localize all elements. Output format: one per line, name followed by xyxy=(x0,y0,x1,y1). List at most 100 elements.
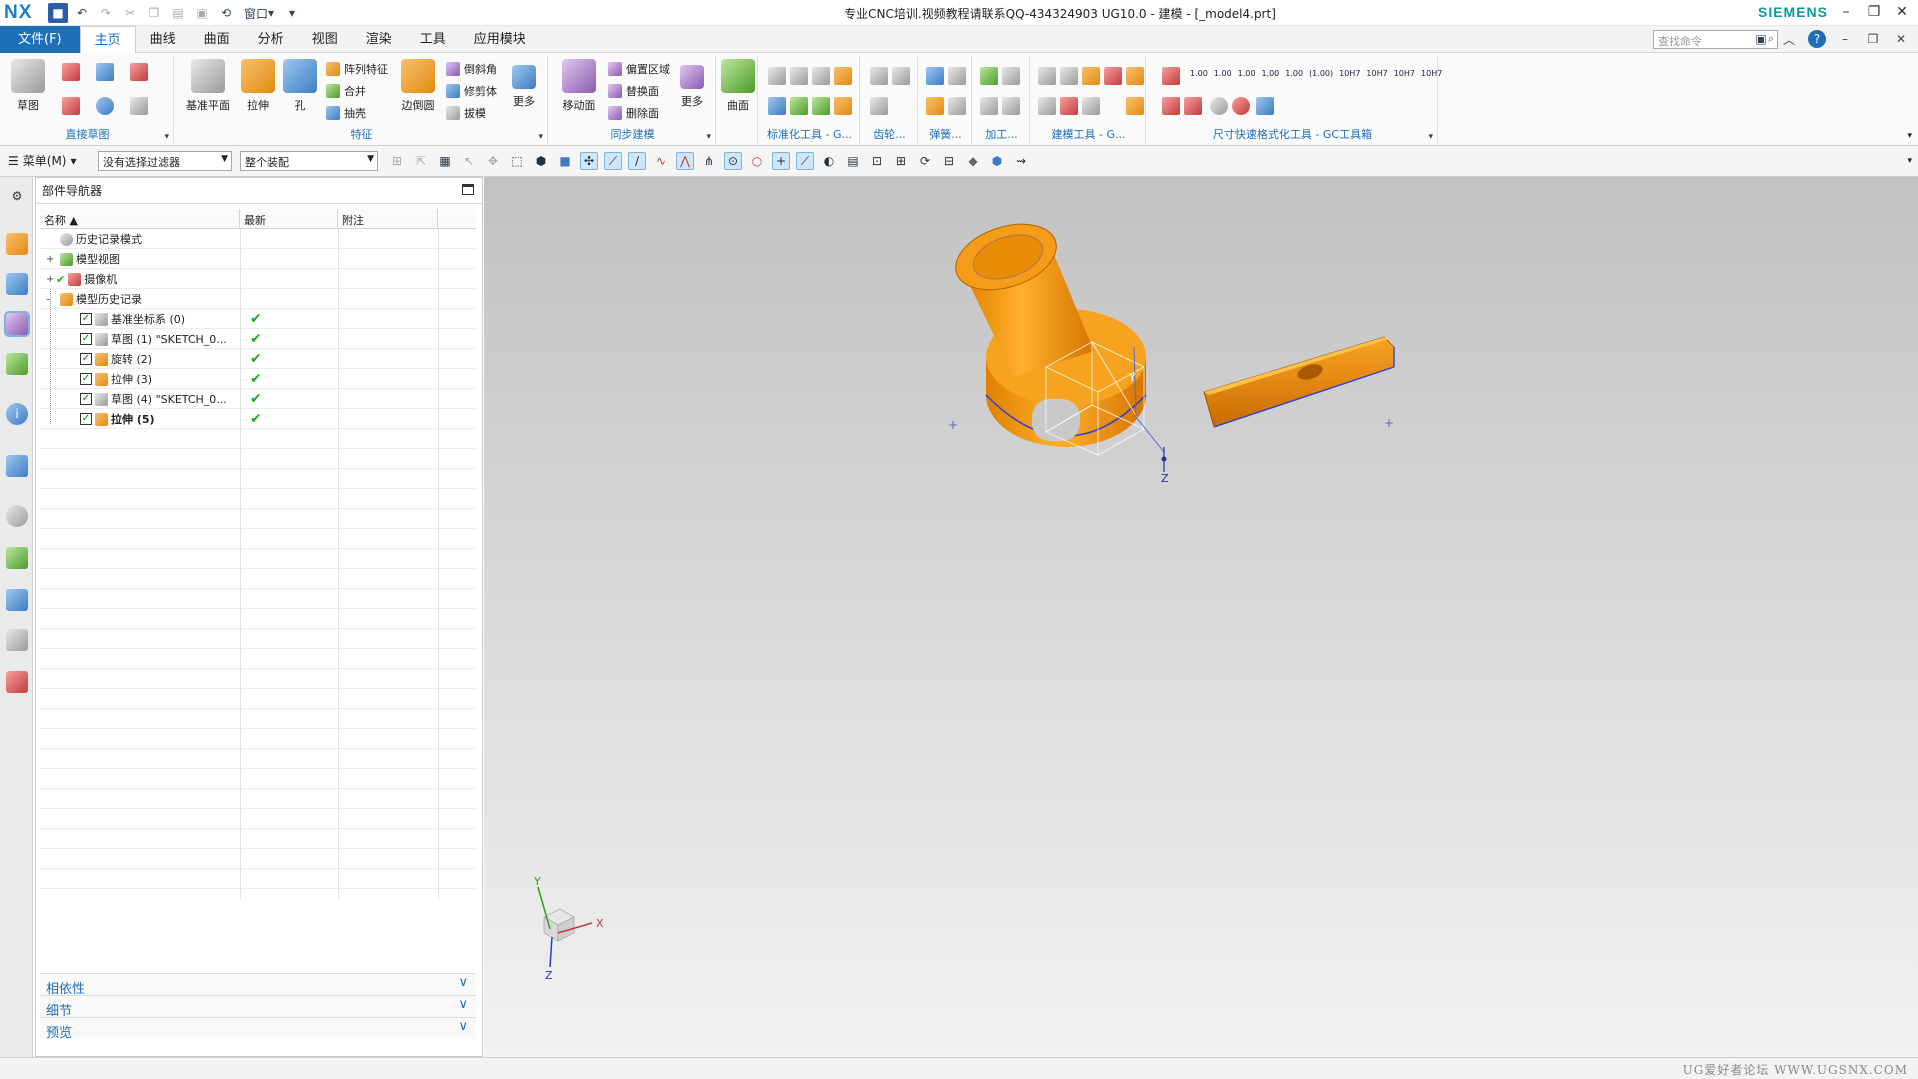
solid-model[interactable]: Y Z + + xyxy=(947,212,1395,485)
edge-blend-button[interactable]: 边倒圆 xyxy=(394,59,442,113)
dim-format-tag[interactable]: 1.00 xyxy=(1238,69,1256,78)
collapse-ribbon-icon[interactable]: ︿ xyxy=(1780,30,1798,48)
gear-icon[interactable] xyxy=(870,67,888,85)
std-tool-icon[interactable] xyxy=(834,67,852,85)
delete-face-button[interactable]: 删除面 xyxy=(608,105,659,121)
graphics-window[interactable]: Y Z + + X Y Z xyxy=(484,177,1918,1057)
tree-row-feature[interactable]: ✓ 草图 (1) "SKETCH_0... ✔ xyxy=(40,329,476,349)
column-name[interactable]: 名称 ▲ xyxy=(40,209,240,228)
snap-midpoint-icon[interactable]: ∕ xyxy=(628,152,646,170)
hole-button[interactable]: 孔 xyxy=(278,59,322,113)
modeling-tool-icon[interactable] xyxy=(1126,97,1144,115)
render-style-icon[interactable]: ◆ xyxy=(964,152,982,170)
feature-select-icon[interactable]: ⊞ xyxy=(388,152,406,170)
paste-icon[interactable]: ▤ xyxy=(168,3,188,23)
orient-view-icon[interactable]: ⊟ xyxy=(940,152,958,170)
tree-row-feature[interactable]: ✓ 拉伸 (3) ✔ xyxy=(40,369,476,389)
std-tool-icon[interactable] xyxy=(768,67,786,85)
machining-icon[interactable] xyxy=(980,97,998,115)
visibility-checkbox[interactable]: ✓ xyxy=(80,313,92,325)
sketch-button[interactable]: 草图 xyxy=(6,59,50,113)
visibility-checkbox[interactable]: ✓ xyxy=(80,353,92,365)
column-comment[interactable]: 附注 xyxy=(338,209,438,228)
std-tool-icon[interactable] xyxy=(812,97,830,115)
modeling-tool-icon[interactable] xyxy=(1104,67,1122,85)
undo-icon[interactable]: ↶ xyxy=(72,3,92,23)
selection-scope-select[interactable]: 整个装配 ▼ xyxy=(240,151,378,171)
cut-icon[interactable]: ✂ xyxy=(120,3,140,23)
move-face-button[interactable]: 移动面 xyxy=(554,59,604,113)
assembly-navigator-icon[interactable] xyxy=(6,233,28,255)
unite-button[interactable]: 合并 xyxy=(326,83,366,99)
snap-face-icon[interactable]: ◐ xyxy=(820,152,838,170)
redo-icon[interactable]: ↷ xyxy=(96,3,116,23)
rotate-icon[interactable]: ⟳ xyxy=(916,152,934,170)
fit-view-icon[interactable]: ⊡ xyxy=(868,152,886,170)
snap-curve-icon[interactable]: ∿ xyxy=(652,152,670,170)
group-dropdown-icon[interactable]: ▾ xyxy=(1428,132,1433,142)
spring-icon[interactable] xyxy=(926,67,944,85)
zoom-icon[interactable]: ⊞ xyxy=(892,152,910,170)
model-canvas[interactable]: Y Z + + X Y Z xyxy=(484,177,1918,1057)
tree-row-model-history[interactable]: – 模型历史记录 xyxy=(40,289,476,309)
snap-bounded-icon[interactable]: ▤ xyxy=(844,152,862,170)
group-dropdown-icon[interactable]: ▾ xyxy=(538,132,543,142)
select-icon[interactable]: ⇱ xyxy=(412,152,430,170)
modeling-tool-icon[interactable] xyxy=(1038,97,1056,115)
doc-close-icon[interactable]: ✕ xyxy=(1892,30,1910,48)
draft-button[interactable]: 拔模 xyxy=(446,105,486,121)
tab-analysis[interactable]: 分析 xyxy=(244,26,298,53)
rect-select-icon[interactable]: ⬚ xyxy=(508,152,526,170)
line-icon[interactable] xyxy=(130,63,148,81)
tree-row-model-views[interactable]: + 模型视图 xyxy=(40,249,476,269)
tree-row-feature[interactable]: ✓ 基准坐标系 (0) ✔ xyxy=(40,309,476,329)
rectangle-icon[interactable] xyxy=(96,63,114,81)
tree-row-feature[interactable]: ✓ 旋转 (2) ✔ xyxy=(40,349,476,369)
dim-tool-icon[interactable] xyxy=(1256,97,1274,115)
modeling-tool-icon[interactable] xyxy=(1082,67,1100,85)
std-tool-icon[interactable] xyxy=(768,97,786,115)
tree-row-cameras[interactable]: + ✔ 摄像机 xyxy=(40,269,476,289)
modeling-tool-icon[interactable] xyxy=(1060,97,1078,115)
modeling-tool-icon[interactable] xyxy=(1126,67,1144,85)
group-dropdown-icon[interactable]: ▾ xyxy=(706,132,711,142)
tree-row-feature[interactable]: ✓ 草图 (4) "SKETCH_0... ✔ xyxy=(40,389,476,409)
pattern-feature-button[interactable]: 阵列特征 xyxy=(326,61,388,77)
snap-endpoint-icon[interactable]: ⟋ xyxy=(604,152,622,170)
settings-gear-icon[interactable]: ⚙ xyxy=(6,185,28,207)
modeling-tool-icon[interactable] xyxy=(1082,97,1100,115)
solid-body-icon[interactable]: ■ xyxy=(556,152,574,170)
touch-mode-icon[interactable]: ⟲ xyxy=(216,3,236,23)
restore-icon[interactable]: ❐ xyxy=(1864,2,1884,22)
dim-format-tag[interactable]: 10H7 xyxy=(1394,69,1415,78)
selbar-options-icon[interactable]: ▾ xyxy=(1907,156,1912,166)
move-icon[interactable]: ✥ xyxy=(484,152,502,170)
help-icon[interactable]: ? xyxy=(1808,30,1826,48)
roles-icon[interactable] xyxy=(6,671,28,693)
replace-face-button[interactable]: 替换面 xyxy=(608,83,659,99)
save-icon[interactable]: ■ xyxy=(48,3,68,23)
customize-qat-icon[interactable]: ▾ xyxy=(282,3,302,23)
surface-button[interactable]: 曲面 xyxy=(718,59,758,113)
dim-format-tag[interactable]: 10H7 xyxy=(1339,69,1360,78)
tab-home[interactable]: 主页 xyxy=(79,26,136,53)
expand-icon[interactable]: + xyxy=(46,254,54,265)
visibility-checkbox[interactable]: ✓ xyxy=(80,373,92,385)
doc-restore-icon[interactable]: ❐ xyxy=(1864,30,1882,48)
dim-format-tag[interactable]: 1.00 xyxy=(1214,69,1232,78)
view-body-icon[interactable]: ⬢ xyxy=(532,152,550,170)
palette-icon[interactable] xyxy=(6,547,28,569)
spring-icon[interactable] xyxy=(948,97,966,115)
extrude-button[interactable]: 拉伸 xyxy=(236,59,280,113)
constraint-navigator-icon[interactable] xyxy=(6,273,28,295)
tab-file[interactable]: 文件(F) xyxy=(0,26,80,53)
std-tool-icon[interactable] xyxy=(790,97,808,115)
ribbon-options-icon[interactable]: ▾ xyxy=(1907,131,1912,141)
snap-control-icon[interactable]: ⋀ xyxy=(676,152,694,170)
std-tool-icon[interactable] xyxy=(812,67,830,85)
dim-format-tag[interactable]: 1.00 xyxy=(1261,69,1279,78)
dim-format-tag[interactable]: 1.00 xyxy=(1190,69,1208,78)
snap-quadrant-icon[interactable]: ○ xyxy=(748,152,766,170)
column-uptodate[interactable]: 最新 xyxy=(240,209,338,228)
feature-more-button[interactable]: 更多 xyxy=(504,59,544,109)
